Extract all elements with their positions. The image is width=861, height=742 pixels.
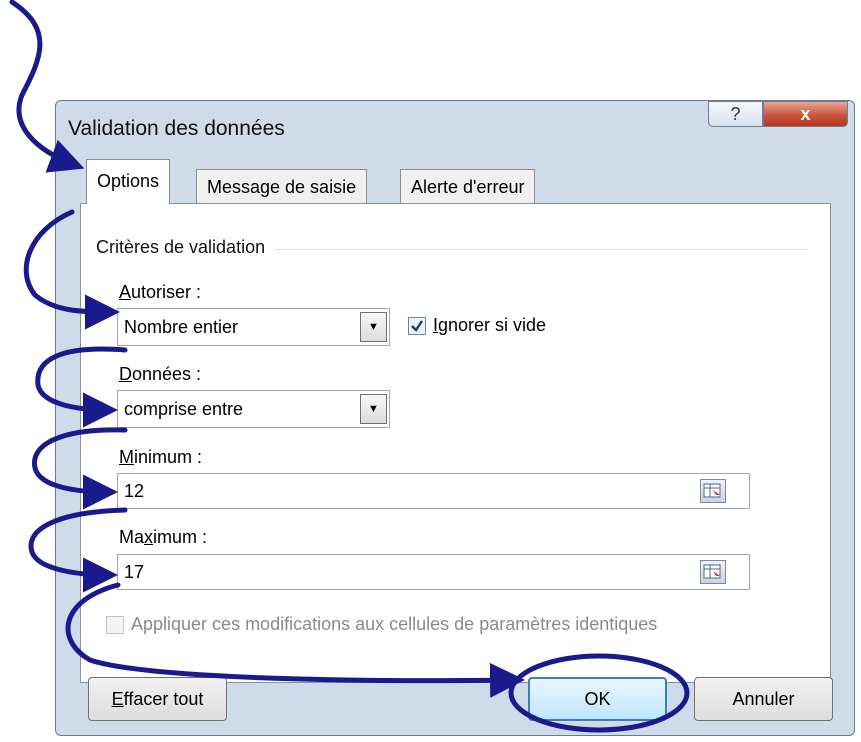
validation-criteria-label: Critères de validation: [96, 237, 276, 258]
ok-button-highlight-ellipse: [508, 653, 690, 733]
arrow-to-data: [35, 346, 128, 428]
arrow-to-ok: [65, 582, 525, 698]
arrow-to-options-tab: [9, 0, 85, 173]
arrow-to-maximum: [28, 507, 128, 593]
annotation-arrows: [9, 0, 690, 733]
tab-options[interactable]: Options: [86, 159, 171, 204]
arrow-to-allow: [23, 209, 120, 330]
arrow-to-minimum: [31, 427, 128, 510]
